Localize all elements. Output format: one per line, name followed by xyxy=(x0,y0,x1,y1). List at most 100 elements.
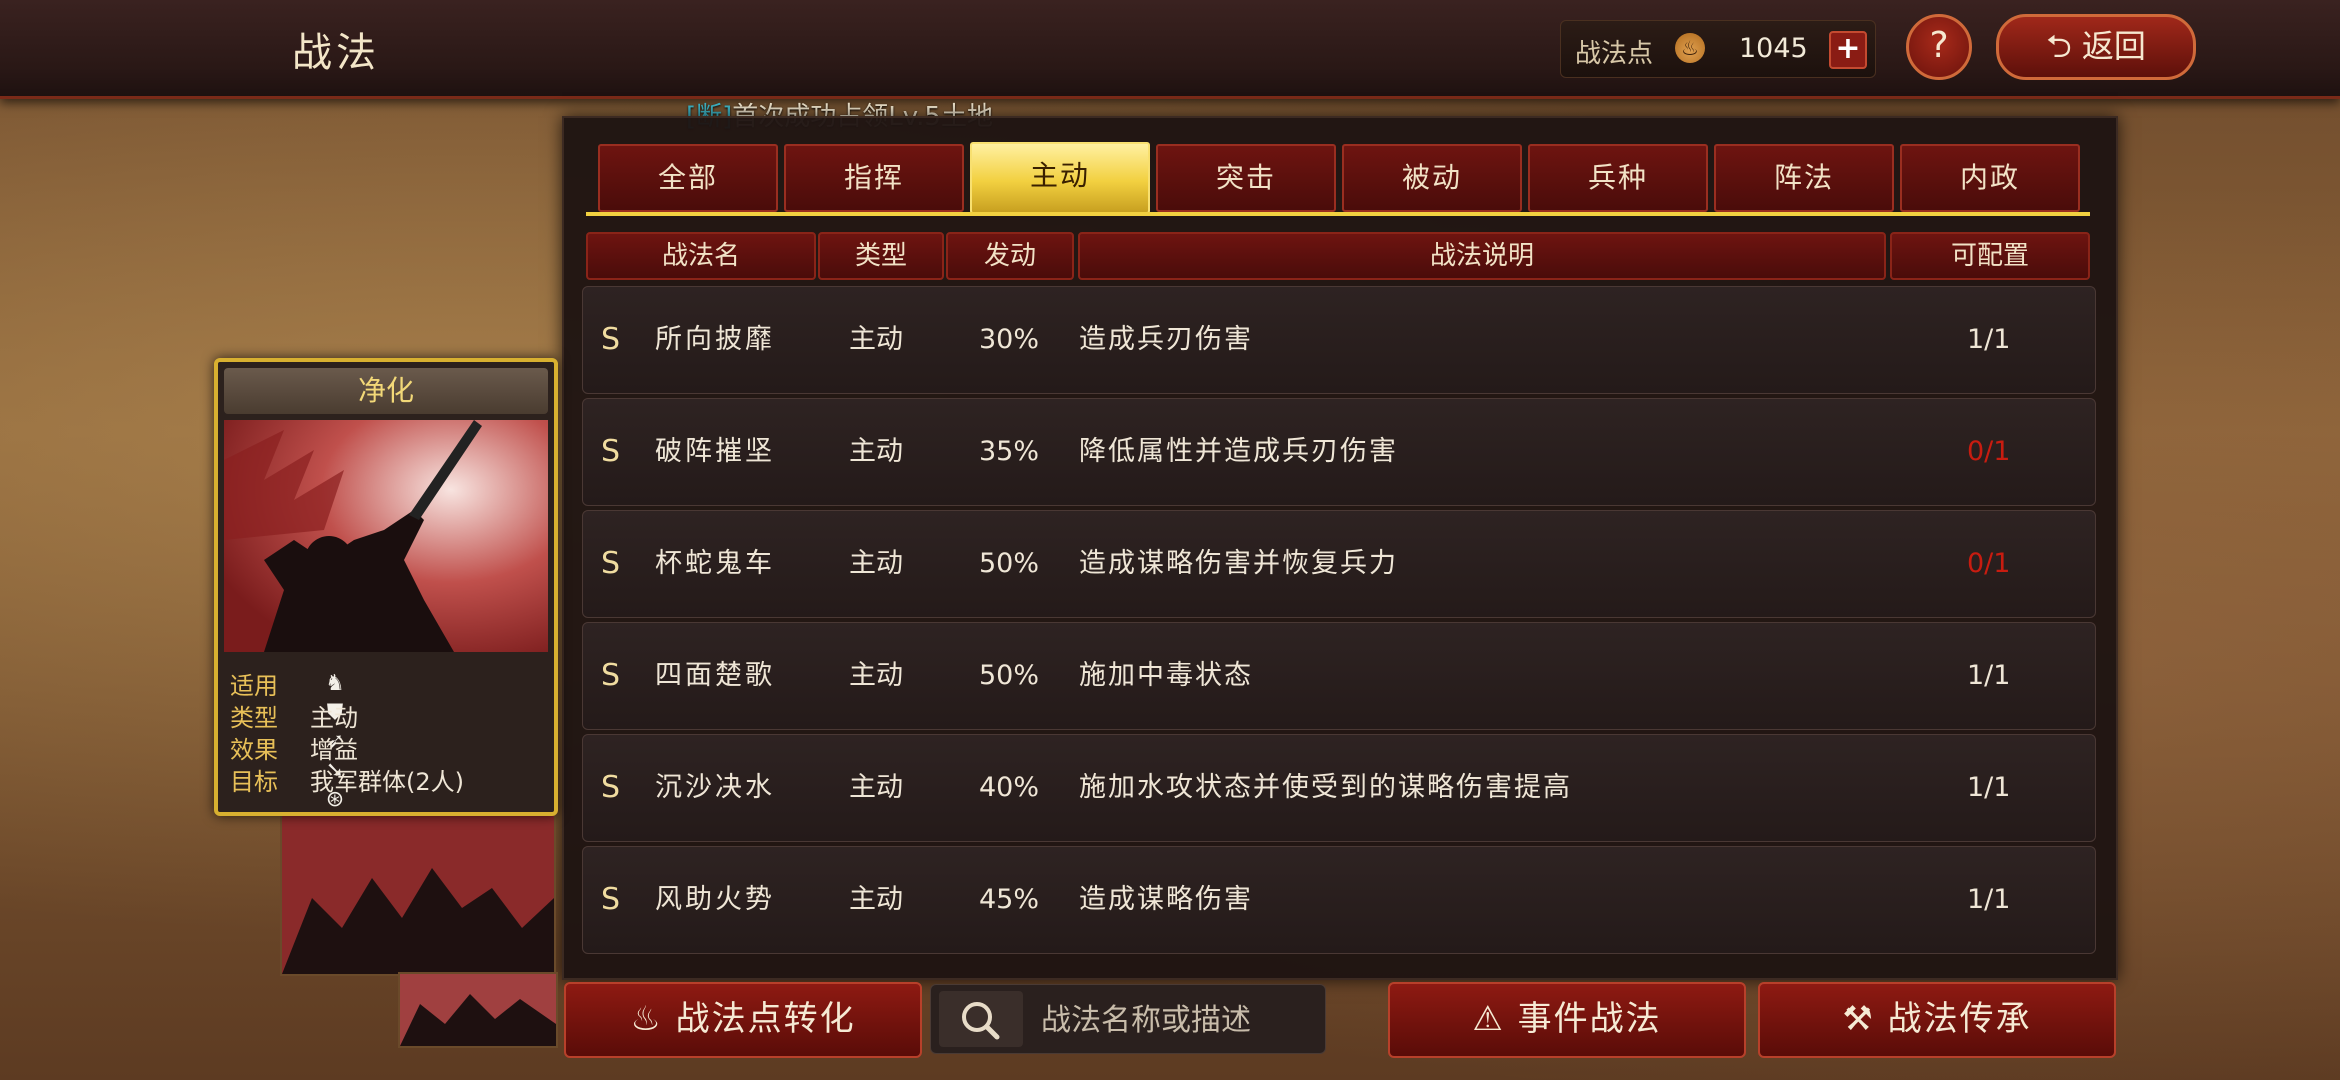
help-button[interactable]: ? xyxy=(1906,14,1972,80)
column-header-type[interactable]: 类型 xyxy=(818,232,944,280)
search-icon xyxy=(962,1002,1000,1040)
grade-label: S xyxy=(601,882,621,917)
return-arrow-icon: ⮌ xyxy=(2046,27,2072,65)
target-label: 目标 xyxy=(230,768,278,796)
tab-command[interactable]: 指挥 xyxy=(784,144,964,212)
convert-points-label: 战法点转化 xyxy=(675,999,856,1039)
column-header-name[interactable]: 战法名 xyxy=(586,232,816,280)
tab-formation[interactable]: 阵法 xyxy=(1714,144,1894,212)
hammer-icon: ⚒ xyxy=(1842,999,1875,1039)
tactic-type: 主动 xyxy=(849,436,903,467)
add-points-button[interactable]: + xyxy=(1829,31,1867,69)
grade-label: S xyxy=(601,434,621,469)
search-button[interactable] xyxy=(939,991,1023,1047)
flame-icon: ♨ xyxy=(630,999,663,1039)
warrior-sword-artwork xyxy=(224,420,548,652)
flame-coin-icon: ♨ xyxy=(1675,33,1705,63)
tactic-thumbnail[interactable] xyxy=(280,806,556,976)
notice-board-icon: ⚠ xyxy=(1472,999,1505,1039)
top-bar: 战法 战法点 ♨ 1045 + ? ⮌ 返回 xyxy=(0,0,2340,99)
applies-label: 适用 xyxy=(230,672,278,700)
available-count: 1/1 xyxy=(1967,884,2011,915)
trigger-rate: 30% xyxy=(979,324,1040,355)
selected-tactic-card[interactable]: 净化 适用 ♞⛊➶➘⊛ 类型 主动 效果 增益 目标 我军群体(2人) xyxy=(214,358,558,816)
tab-internal-affairs[interactable]: 内政 xyxy=(1900,144,2080,212)
tactic-description: 施加水攻状态并使受到的谋略伤害提高 xyxy=(1079,772,1572,803)
trigger-rate: 50% xyxy=(979,660,1040,691)
search-box xyxy=(930,984,1326,1054)
target-value: 我军群体(2人) xyxy=(310,768,464,796)
page-title: 战法 xyxy=(292,30,380,76)
trigger-rate: 50% xyxy=(979,548,1040,579)
column-header-available[interactable]: 可配置 xyxy=(1890,232,2090,280)
category-tabs: 全部 指挥 主动 突击 被动 兵种 阵法 内政 xyxy=(598,142,2088,216)
effect-value: 增益 xyxy=(310,736,358,764)
tab-all[interactable]: 全部 xyxy=(598,144,778,212)
tactic-description: 施加中毒状态 xyxy=(1079,660,1253,691)
table-row[interactable]: S 杯蛇鬼车 主动 50% 造成谋略伤害并恢复兵力 0/1 xyxy=(582,510,2096,618)
tactic-points-label: 战法点 xyxy=(1575,39,1654,69)
info-applies: 适用 ♞⛊➶➘⊛ xyxy=(230,666,345,812)
warrior-silhouette-image xyxy=(282,808,554,974)
cavalry-icon: ♞ xyxy=(325,671,345,696)
tactic-description: 造成谋略伤害并恢复兵力 xyxy=(1079,548,1398,579)
available-count: 1/1 xyxy=(1967,660,2011,691)
event-tactics-label: 事件战法 xyxy=(1517,999,1662,1039)
table-row[interactable]: S 沉沙决水 主动 40% 施加水攻状态并使受到的谋略伤害提高 1/1 xyxy=(582,734,2096,842)
tab-underline xyxy=(586,212,2090,216)
available-count: 1/1 xyxy=(1967,324,2011,355)
warrior-silhouette-image xyxy=(400,974,556,1046)
info-type: 类型 主动 xyxy=(230,698,358,733)
back-button[interactable]: ⮌ 返回 xyxy=(1996,14,2196,80)
grade-label: S xyxy=(601,770,621,805)
tactic-name: 风助火势 xyxy=(655,884,775,915)
convert-points-button[interactable]: ♨ 战法点转化 xyxy=(564,982,922,1058)
tactic-type: 主动 xyxy=(849,660,903,691)
column-header-rate[interactable]: 发动 xyxy=(946,232,1074,280)
tactic-type: 主动 xyxy=(849,772,903,803)
table-row[interactable]: S 所向披靡 主动 30% 造成兵刃伤害 1/1 xyxy=(582,286,2096,394)
tactic-name: 四面楚歌 xyxy=(655,660,775,691)
grade-label: S xyxy=(601,322,621,357)
tactic-type: 主动 xyxy=(849,548,903,579)
tab-troop-type[interactable]: 兵种 xyxy=(1528,144,1708,212)
tactic-description: 造成谋略伤害 xyxy=(1079,884,1253,915)
info-effect: 效果 增益 xyxy=(230,730,358,765)
tactic-name: 所向披靡 xyxy=(655,324,775,355)
effect-label: 效果 xyxy=(230,736,278,764)
tactic-thumbnail[interactable] xyxy=(398,972,558,1048)
tactic-inherit-button[interactable]: ⚒ 战法传承 xyxy=(1758,982,2116,1058)
tactic-type: 主动 xyxy=(849,884,903,915)
tactic-description: 降低属性并造成兵刃伤害 xyxy=(1079,436,1398,467)
tactic-points-value: 1045 xyxy=(1739,33,1808,64)
search-input[interactable] xyxy=(1039,995,1313,1045)
event-tactics-button[interactable]: ⚠ 事件战法 xyxy=(1388,982,1746,1058)
available-count: 0/1 xyxy=(1967,436,2011,467)
tactic-name: 杯蛇鬼车 xyxy=(655,548,775,579)
tab-active[interactable]: 主动 xyxy=(970,142,1150,214)
card-artwork xyxy=(224,420,548,652)
grade-label: S xyxy=(601,546,621,581)
table-row[interactable]: S 破阵摧坚 主动 35% 降低属性并造成兵刃伤害 0/1 xyxy=(582,398,2096,506)
table-row[interactable]: S 四面楚歌 主动 50% 施加中毒状态 1/1 xyxy=(582,622,2096,730)
type-value: 主动 xyxy=(310,704,358,732)
tactic-type: 主动 xyxy=(849,324,903,355)
trigger-rate: 45% xyxy=(979,884,1040,915)
tactic-description: 造成兵刃伤害 xyxy=(1079,324,1253,355)
available-count: 0/1 xyxy=(1967,548,2011,579)
tactic-name: 沉沙决水 xyxy=(655,772,775,803)
type-label: 类型 xyxy=(230,704,278,732)
column-header-description: 战法说明 xyxy=(1078,232,1886,280)
available-count: 1/1 xyxy=(1967,772,2011,803)
tab-passive[interactable]: 被动 xyxy=(1342,144,1522,212)
back-label: 返回 xyxy=(2081,27,2146,65)
trigger-rate: 35% xyxy=(979,436,1040,467)
grade-label: S xyxy=(601,658,621,693)
trigger-rate: 40% xyxy=(979,772,1040,803)
tactic-points-box: 战法点 ♨ 1045 + xyxy=(1560,20,1876,78)
tab-assault[interactable]: 突击 xyxy=(1156,144,1336,212)
tactic-inherit-label: 战法传承 xyxy=(1887,999,2032,1039)
table-row[interactable]: S 风助火势 主动 45% 造成谋略伤害 1/1 xyxy=(582,846,2096,954)
info-target: 目标 我军群体(2人) xyxy=(230,762,464,797)
card-title: 净化 xyxy=(224,368,548,414)
